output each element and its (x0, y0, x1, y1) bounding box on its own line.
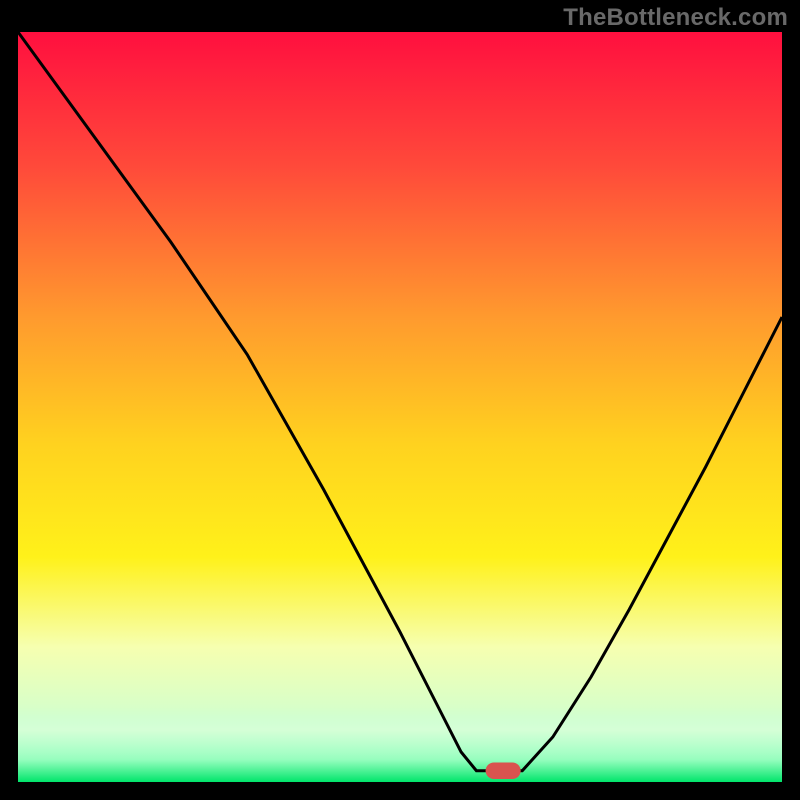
watermark-text: TheBottleneck.com (563, 4, 788, 32)
gradient-background (18, 32, 782, 782)
plot-area (18, 32, 782, 782)
chart-frame: TheBottleneck.com (0, 0, 800, 800)
chart-svg (18, 32, 782, 782)
baseline-band (18, 707, 782, 782)
minimum-marker (486, 763, 521, 780)
